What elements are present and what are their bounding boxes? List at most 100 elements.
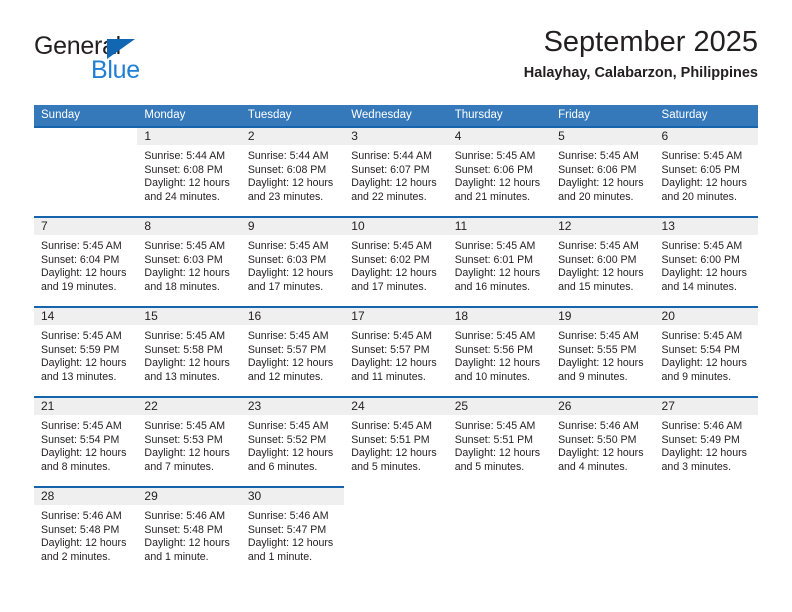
sunset-text: Sunset: 5:50 PM	[558, 433, 637, 446]
calendar-day-cell[interactable]: 7 Sunrise: 5:45 AM Sunset: 6:04 PM Daylight…	[34, 218, 138, 306]
day-number: 2	[240, 128, 345, 145]
calendar-day-cell[interactable]: 16 Sunrise: 5:45 AM Sunset: 5:57 PM Dayligh…	[240, 308, 345, 396]
calendar-day-empty	[551, 488, 654, 572]
daylight-text: Daylight: 12 hours and 21 minutes.	[454, 177, 541, 203]
calendar-day-cell[interactable]: 17 Sunrise: 5:45 AM Sunset: 5:57 PM Dayligh…	[344, 308, 448, 396]
calendar-day-cell[interactable]: 13 Sunrise: 5:45 AM Sunset: 6:00 PM Dayligh…	[654, 218, 758, 306]
day-sun-info: Sunrise: 5:44 AM Sunset: 6:08 PM Daylight:…	[137, 145, 240, 204]
day-number: 25	[447, 398, 552, 415]
sunrise-text: Sunrise: 5:45 AM	[247, 330, 329, 342]
weekday-header-row: Sunday Monday Tuesday Wednesday Thursday Frid…	[34, 105, 758, 126]
daylight-text: Daylight: 12 hours and 4 minutes.	[558, 447, 644, 473]
sunset-text: Sunset: 6:03 PM	[247, 253, 327, 266]
day-sun-info: Sunrise: 5:46 AM Sunset: 5:48 PM Daylight:…	[34, 505, 137, 564]
calendar-day-cell[interactable]: 20 Sunrise: 5:45 AM Sunset: 5:54 PM Dayligh…	[654, 308, 758, 396]
calendar-day-cell[interactable]: 1 Sunrise: 5:44 AM Sunset: 6:08 PM Daylight…	[137, 128, 241, 216]
daylight-text: Daylight: 12 hours and 9 minutes.	[661, 357, 747, 383]
calendar-day-cell[interactable]: 14 Sunrise: 5:45 AM Sunset: 5:59 PM Dayligh…	[34, 308, 138, 396]
sunrise-text: Sunrise: 5:44 AM	[247, 150, 329, 162]
day-number: 7	[34, 218, 138, 235]
sunrise-text: Sunrise: 5:45 AM	[247, 420, 329, 432]
sunrise-text: Sunrise: 5:45 AM	[41, 420, 122, 432]
calendar-day-cell[interactable]: 28 Sunrise: 5:46 AM Sunset: 5:48 PM Dayligh…	[34, 488, 138, 572]
sunset-text: Sunset: 5:57 PM	[351, 343, 430, 356]
calendar-day-empty	[655, 488, 758, 572]
day-sun-info: Sunrise: 5:45 AM Sunset: 6:05 PM Daylight:…	[655, 145, 758, 204]
sunrise-text: Sunrise: 5:45 AM	[661, 240, 743, 252]
calendar-day-cell[interactable]: 5 Sunrise: 5:45 AM Sunset: 6:06 PM Daylight…	[551, 128, 655, 216]
day-number: 24	[344, 398, 448, 415]
calendar-day-cell[interactable]: 24 Sunrise: 5:45 AM Sunset: 5:51 PM Dayligh…	[344, 398, 448, 486]
sunset-text: Sunset: 5:58 PM	[144, 343, 223, 356]
calendar-day-cell[interactable]: 21 Sunrise: 5:45 AM Sunset: 5:54 PM Dayligh…	[34, 398, 138, 486]
sunset-text: Sunset: 6:08 PM	[144, 163, 223, 176]
page-title: September 2025	[543, 26, 758, 58]
sunset-text: Sunset: 5:51 PM	[351, 433, 430, 446]
weekday-header-tuesday: Tuesday	[247, 109, 292, 121]
calendar-day-cell[interactable]: 30 Sunrise: 5:46 AM Sunset: 5:47 PM Dayligh…	[240, 488, 345, 572]
day-number: 29	[137, 488, 241, 505]
calendar-day-cell[interactable]: 27 Sunrise: 5:46 AM Sunset: 5:49 PM Dayligh…	[654, 398, 758, 486]
sunset-text: Sunset: 6:00 PM	[558, 253, 637, 266]
sunrise-text: Sunrise: 5:45 AM	[351, 240, 432, 252]
calendar-day-cell[interactable]: 4 Sunrise: 5:45 AM Sunset: 6:06 PM Daylight…	[447, 128, 552, 216]
day-number: 13	[654, 218, 758, 235]
calendar-day-cell[interactable]: 12 Sunrise: 5:45 AM Sunset: 6:00 PM Dayligh…	[551, 218, 655, 306]
day-number	[34, 128, 137, 145]
calendar-day-cell[interactable]: 2 Sunrise: 5:44 AM Sunset: 6:08 PM Daylight…	[240, 128, 345, 216]
sunset-text: Sunset: 5:48 PM	[144, 523, 223, 536]
calendar-day-cell[interactable]: 25 Sunrise: 5:45 AM Sunset: 5:51 PM Dayligh…	[447, 398, 552, 486]
sunset-text: Sunset: 5:47 PM	[247, 523, 327, 536]
calendar-day-cell[interactable]: 22 Sunrise: 5:45 AM Sunset: 5:53 PM Dayligh…	[137, 398, 241, 486]
sunrise-text: Sunrise: 5:44 AM	[144, 150, 226, 162]
weekday-header-wednesday: Wednesday	[351, 109, 412, 121]
day-sun-info: Sunrise: 5:46 AM Sunset: 5:47 PM Daylight:…	[241, 505, 344, 564]
weekday-header-sunday: Sunday	[41, 109, 81, 121]
calendar-day-cell[interactable]: 3 Sunrise: 5:44 AM Sunset: 6:07 PM Daylight…	[344, 128, 448, 216]
daylight-text: Daylight: 12 hours and 12 minutes.	[247, 357, 334, 383]
calendar-day-empty	[34, 128, 137, 216]
sunrise-text: Sunrise: 5:45 AM	[661, 150, 743, 162]
page-subtitle: Halayhay, Calabarzon, Philippines	[523, 65, 758, 82]
day-number	[551, 488, 654, 505]
day-number: 3	[344, 128, 448, 145]
sunset-text: Sunset: 5:49 PM	[661, 433, 740, 446]
day-sun-info: Sunrise: 5:45 AM Sunset: 6:06 PM Daylight:…	[551, 145, 654, 204]
day-sun-info: Sunrise: 5:45 AM Sunset: 5:51 PM Daylight:…	[344, 415, 447, 474]
sunset-text: Sunset: 5:54 PM	[661, 343, 740, 356]
title-block: September 2025 Halayhay, Calabarzon, Phi…	[524, 26, 758, 81]
calendar-day-cell[interactable]: 11 Sunrise: 5:45 AM Sunset: 6:01 PM Dayligh…	[447, 218, 552, 306]
day-number: 21	[34, 398, 138, 415]
calendar-day-cell[interactable]: 10 Sunrise: 5:45 AM Sunset: 6:02 PM Dayligh…	[344, 218, 448, 306]
daylight-text: Daylight: 12 hours and 14 minutes.	[661, 267, 747, 293]
sunrise-text: Sunrise: 5:46 AM	[558, 420, 639, 432]
calendar-day-cell[interactable]: 15 Sunrise: 5:45 AM Sunset: 5:58 PM Dayligh…	[137, 308, 241, 396]
daylight-text: Daylight: 12 hours and 1 minute.	[247, 537, 334, 563]
sunset-text: Sunset: 6:05 PM	[661, 163, 740, 176]
daylight-text: Daylight: 12 hours and 20 minutes.	[558, 177, 644, 203]
calendar-day-cell[interactable]: 8 Sunrise: 5:45 AM Sunset: 6:03 PM Daylight…	[137, 218, 241, 306]
sunrise-text: Sunrise: 5:46 AM	[661, 420, 743, 432]
daylight-text: Daylight: 12 hours and 11 minutes.	[351, 357, 437, 383]
calendar-day-cell[interactable]: 23 Sunrise: 5:45 AM Sunset: 5:52 PM Dayligh…	[240, 398, 345, 486]
day-sun-info: Sunrise: 5:45 AM Sunset: 6:06 PM Daylight:…	[448, 145, 551, 204]
sunset-text: Sunset: 5:57 PM	[247, 343, 327, 356]
daylight-text: Daylight: 12 hours and 8 minutes.	[41, 447, 127, 473]
calendar-day-empty	[344, 488, 447, 572]
calendar-day-cell[interactable]: 18 Sunrise: 5:45 AM Sunset: 5:56 PM Dayligh…	[447, 308, 552, 396]
daylight-text: Daylight: 12 hours and 9 minutes.	[558, 357, 644, 383]
sunset-text: Sunset: 6:06 PM	[454, 163, 534, 176]
day-number: 10	[344, 218, 448, 235]
sunset-text: Sunset: 5:51 PM	[454, 433, 534, 446]
calendar-day-cell[interactable]: 26 Sunrise: 5:46 AM Sunset: 5:50 PM Dayligh…	[551, 398, 655, 486]
sunrise-text: Sunrise: 5:45 AM	[351, 420, 432, 432]
daylight-text: Daylight: 12 hours and 24 minutes.	[144, 177, 230, 203]
calendar-day-cell[interactable]: 19 Sunrise: 5:45 AM Sunset: 5:55 PM Dayligh…	[551, 308, 655, 396]
page-header: General Blue September 2025 Halayhay, Ca…	[34, 26, 758, 98]
calendar-day-cell[interactable]: 29 Sunrise: 5:46 AM Sunset: 5:48 PM Dayligh…	[137, 488, 241, 572]
calendar-day-cell[interactable]: 6 Sunrise: 5:45 AM Sunset: 6:05 PM Daylight…	[654, 128, 758, 216]
sunset-text: Sunset: 6:06 PM	[558, 163, 637, 176]
day-sun-info: Sunrise: 5:44 AM Sunset: 6:08 PM Daylight:…	[241, 145, 344, 204]
calendar-day-cell[interactable]: 9 Sunrise: 5:45 AM Sunset: 6:03 PM Daylight…	[240, 218, 345, 306]
sunset-text: Sunset: 5:54 PM	[41, 433, 120, 446]
